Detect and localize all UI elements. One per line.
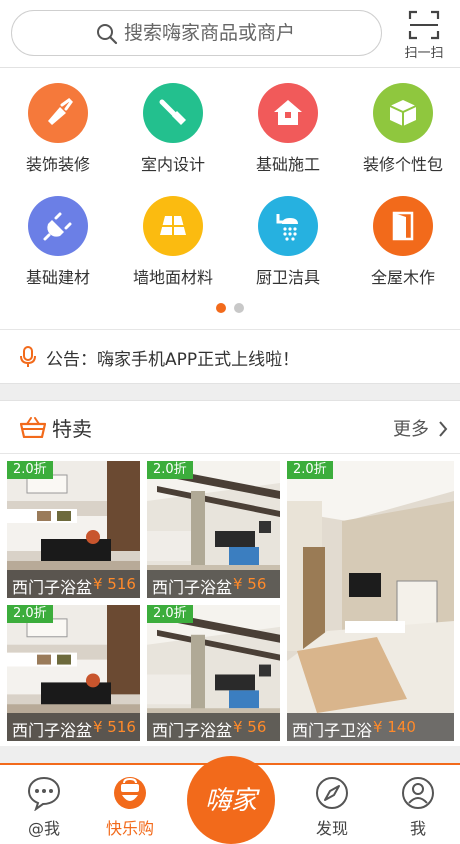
- discount-badge: 2.0折: [287, 461, 333, 479]
- category-label: 基础施工: [255, 155, 320, 174]
- product-price: ¥ 140: [373, 718, 416, 736]
- search-box[interactable]: 搜索嗨家商品或商户: [11, 10, 382, 56]
- microphone-icon: [20, 346, 36, 367]
- plug-icon: [28, 196, 88, 256]
- tab-discover[interactable]: 发现: [296, 773, 368, 838]
- product-caption: 西门子浴盆 ¥ 56: [147, 570, 280, 598]
- category-building-materials[interactable]: 基础建材: [3, 196, 113, 296]
- scan-icon: [408, 10, 440, 40]
- product-caption: 西门子浴盆 ¥ 516: [7, 713, 140, 741]
- category-interior-design[interactable]: 室内设计: [118, 83, 228, 183]
- door-icon: [373, 196, 433, 256]
- tab-happy-shopping[interactable]: 快乐购: [94, 773, 166, 838]
- category-label: 厨卫洁具: [255, 268, 320, 287]
- product-name: 西门子浴盆: [12, 578, 93, 597]
- more-label: 更多: [393, 419, 429, 440]
- product-name: 西门子浴盆: [152, 578, 233, 597]
- smile-bag-icon: [114, 777, 146, 809]
- product-price: ¥ 516: [93, 575, 136, 593]
- category-construction[interactable]: 基础施工: [233, 83, 343, 183]
- discount-badge: 2.0折: [147, 461, 193, 479]
- product-name: 西门子浴盆: [12, 721, 93, 740]
- tab-label: @我: [27, 819, 60, 838]
- scan-label: 扫一扫: [404, 46, 444, 61]
- sale-title: 特卖: [52, 417, 92, 441]
- product-card[interactable]: 2.0折 西门子卫浴 ¥ 140: [287, 461, 454, 741]
- home-logo-button[interactable]: 嗨家: [187, 756, 275, 844]
- more-link[interactable]: 更多: [393, 415, 448, 441]
- basket-icon: [20, 417, 46, 438]
- tiles-icon: [143, 196, 203, 256]
- search-placeholder: 搜索嗨家商品或商户: [124, 22, 296, 44]
- user-icon: [402, 777, 434, 809]
- pager-dot-active[interactable]: [216, 303, 226, 313]
- category-label: 装饰装修: [25, 155, 90, 174]
- discount-badge: 2.0折: [7, 605, 53, 623]
- discount-badge: 2.0折: [147, 605, 193, 623]
- tab-label: 发现: [315, 819, 348, 838]
- product-name: 西门子卫浴: [292, 721, 373, 740]
- product-card[interactable]: 2.0折 西门子浴盆 ¥ 56: [147, 605, 280, 741]
- category-label: 装修个性包: [362, 155, 443, 174]
- product-caption: 西门子浴盆 ¥ 56: [147, 713, 280, 741]
- chevron-right-icon: [438, 421, 448, 437]
- logo-text: 嗨家: [204, 786, 257, 816]
- house-icon: [258, 83, 318, 143]
- notice-text: 公告：嗨家手机APP正式上线啦！: [46, 350, 300, 370]
- tab-me[interactable]: 我: [382, 773, 454, 838]
- category-label: 室内设计: [140, 155, 205, 174]
- header: 搜索嗨家商品或商户 扫一扫: [0, 0, 460, 68]
- box-icon: [373, 83, 433, 143]
- product-card[interactable]: 2.0折 西门子浴盆 ¥ 516: [7, 605, 140, 741]
- category-label: 基础建材: [25, 268, 90, 287]
- section-divider: [0, 383, 460, 401]
- shower-icon: [258, 196, 318, 256]
- category-decoration[interactable]: 装饰装修: [3, 83, 113, 183]
- category-label: 墙地面材料: [132, 268, 213, 287]
- category-personal-package[interactable]: 装修个性包: [348, 83, 458, 183]
- chat-bubble-icon: [27, 776, 61, 811]
- sale-header: 特卖 更多: [0, 401, 460, 454]
- product-price: ¥ 56: [233, 718, 267, 736]
- product-price: ¥ 516: [93, 718, 136, 736]
- product-caption: 西门子浴盆 ¥ 516: [7, 570, 140, 598]
- discount-badge: 2.0折: [7, 461, 53, 479]
- product-price: ¥ 56: [233, 575, 267, 593]
- notice-bar[interactable]: 公告：嗨家手机APP正式上线啦！: [0, 329, 460, 384]
- pager-dot[interactable]: [234, 303, 244, 313]
- compass-icon: [316, 777, 348, 809]
- brush-icon: [143, 83, 203, 143]
- product-image: [287, 461, 454, 741]
- category-kitchen-bath[interactable]: 厨卫洁具: [233, 196, 343, 296]
- scan-button[interactable]: 扫一扫: [396, 6, 452, 62]
- product-card[interactable]: 2.0折 西门子浴盆 ¥ 516: [7, 461, 140, 598]
- product-card[interactable]: 2.0折 西门子浴盆 ¥ 56: [147, 461, 280, 598]
- tab-label: 快乐购: [105, 819, 154, 838]
- category-label: 全屋木作: [370, 268, 435, 287]
- search-icon: [97, 24, 118, 45]
- tab-label: 我: [409, 819, 426, 838]
- category-wall-floor[interactable]: 墙地面材料: [118, 196, 228, 296]
- category-woodwork[interactable]: 全屋木作: [348, 196, 458, 296]
- product-caption: 西门子卫浴 ¥ 140: [287, 713, 454, 741]
- tab-mentions[interactable]: @我: [8, 773, 80, 838]
- trowel-icon: [28, 83, 88, 143]
- product-name: 西门子浴盆: [152, 721, 233, 740]
